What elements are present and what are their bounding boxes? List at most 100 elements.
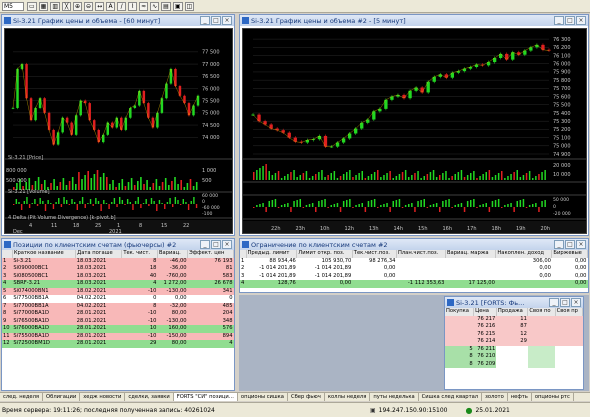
order-book-row[interactable]: 8 76 209	[445, 360, 583, 368]
workspace-tab[interactable]: золото	[482, 393, 508, 401]
order-book-cell	[555, 353, 583, 361]
order-book-row[interactable]: 76 215 12	[445, 330, 583, 338]
workspace-tab[interactable]: Сбер фьюч	[288, 393, 325, 401]
maximize-button[interactable]: □	[211, 240, 221, 249]
workspace-tab[interactable]: нефть	[508, 393, 532, 401]
positions-cell: 18	[149, 265, 157, 272]
table-row[interactable]: 4 128,76 0,00 -1 112 353,63 17 125,00 0,00	[240, 280, 588, 288]
workspace-tab[interactable]: опционы ртс	[532, 393, 574, 401]
delta-bar	[411, 203, 413, 207]
table-row[interactable]: 10 Si76000BA1D 28.01.2021 10 160,00 576	[2, 325, 234, 333]
volume-bar	[280, 178, 283, 180]
delta-bar	[28, 204, 31, 208]
chart-area-right[interactable]: 76 300 76 200 76 100 76 000 75 900 75 800 75 7…	[242, 28, 587, 234]
workspace-tab[interactable]: сделки, заявки	[125, 393, 174, 401]
table-row[interactable]: 9 Si76500BA1D 28.01.2021 -10 -130,00 348	[2, 317, 234, 325]
table-row[interactable]: 6 Si77500BB1A 04.02.2021 0 0,00 0	[2, 295, 234, 303]
maximize-button[interactable]: □	[565, 240, 575, 249]
delta-bar	[386, 203, 388, 207]
chart-area-left[interactable]: 77 500 77 000 76 500 76 000 75 500 75 000 74 5…	[4, 28, 233, 234]
window-titlebar[interactable]: Ограничение по клиентским счетам #2 _ □ ×	[240, 239, 588, 250]
toolbar-button-13-icon[interactable]: ▤	[161, 1, 171, 11]
minimize-button[interactable]: _	[200, 240, 210, 249]
table-row[interactable]: 4 SBRF-3.21 18.03.2021 4 1 272,00 26 678	[2, 280, 234, 288]
volume-bar	[377, 170, 379, 180]
workspace-tab[interactable]: Сишка след квартал	[419, 393, 483, 401]
chart-svg-right: 76 300 76 200 76 100 76 000 75 900 75 800 75 7…	[243, 29, 586, 233]
minimize-button[interactable]: _	[554, 16, 564, 25]
order-book-row[interactable]: 76 214 29	[445, 338, 583, 346]
toolbar-button-4-icon[interactable]: ╳	[62, 1, 72, 11]
window-titlebar[interactable]: Si-3.21 [FORTS: Фь… _ □ ×	[445, 297, 583, 308]
table-row[interactable]: 1 Si-3.21 18.03.2021 8 -46,00 76 193	[2, 257, 234, 265]
table-row[interactable]: 1 88 934,46 105 930,70 98 276,34 306,00 0,00	[240, 257, 588, 265]
order-book-row[interactable]: 76 217 11	[445, 315, 583, 323]
toolbar-button-15-icon[interactable]: ◫	[184, 1, 195, 11]
volume-bar	[525, 173, 528, 180]
window-titlebar[interactable]: Si-3.21 График цены и объема #2 - [5 мин…	[240, 15, 588, 26]
table-row[interactable]: 3 -1 014 201,89 -1 014 201,89 0,00 0,00 0,00	[240, 272, 588, 280]
toolbar-button-6-icon[interactable]: ⊖	[84, 1, 94, 11]
toolbar-button-1-icon[interactable]: ▭	[27, 1, 37, 11]
workspace-tab[interactable]: хедж новости	[80, 393, 126, 401]
volume-bar	[516, 170, 518, 180]
minimize-button[interactable]: _	[554, 240, 564, 249]
table-row[interactable]: 11 Si75500BA1D 28.01.2021 -10 -150,00 894	[2, 332, 234, 340]
maximize-button[interactable]: □	[560, 298, 570, 307]
table-row[interactable]: 3 Si080500BC1 18.03.2021 40 -760,00 583	[2, 272, 234, 280]
workspace-tab[interactable]: коллы неделя	[325, 393, 371, 401]
positions-cell: 11	[3, 332, 10, 339]
volume-bar	[426, 174, 429, 180]
close-button[interactable]: ×	[576, 240, 586, 249]
order-book-row[interactable]: 76 216 87	[445, 323, 583, 331]
table-row[interactable]: 7 Si77000BB1A 04.02.2021 8 -32,00 485	[2, 302, 234, 310]
table-row[interactable]: 8 Si77000BA1D 28.01.2021 -10 80,00 204	[2, 310, 234, 318]
delta-bar	[442, 201, 444, 207]
positions-cell: Si72500BM1D	[13, 340, 50, 347]
close-button[interactable]: ×	[222, 16, 232, 25]
close-button[interactable]: ×	[576, 16, 586, 25]
close-button[interactable]: ×	[222, 240, 232, 249]
workspace-tab[interactable]: Облигации	[43, 393, 81, 401]
x-tick-label: 14h	[394, 226, 404, 232]
price-tick-label: 74 000	[202, 135, 220, 141]
workspace-tab[interactable]: путы неделька	[370, 393, 419, 401]
workspace-tab[interactable]: FORTS "СИ" позици…	[173, 393, 238, 401]
order-book-row[interactable]: 5 76 211	[445, 345, 583, 353]
table-row[interactable]: 2 Si090000BC1 18.03.2021 18 -36,00 81	[2, 265, 234, 273]
toolbar-button-9-icon[interactable]: /	[117, 1, 127, 11]
maximize-button[interactable]: □	[211, 16, 221, 25]
positions-cell: 04.02.2021	[76, 295, 107, 302]
order-book-row[interactable]: 8 76 210	[445, 353, 583, 361]
delta-bar	[124, 204, 126, 205]
window-titlebar[interactable]: Позиции по клиентским счетам (фьючерсы) …	[2, 239, 234, 250]
toolbar-button-14-icon[interactable]: ▣	[172, 1, 183, 11]
delta-bar	[476, 207, 478, 208]
toolbar-button-10-icon[interactable]: ⌇	[128, 1, 138, 11]
window-titlebar[interactable]: Si-3.21 График цены и объема - [60 минут…	[2, 15, 234, 26]
volume-bar	[398, 174, 401, 180]
volume-bar	[330, 173, 332, 180]
table-row[interactable]: 12 Si72500BM1D 28.01.2021 29 80,00 4	[2, 340, 234, 348]
minimize-button[interactable]: _	[200, 16, 210, 25]
toolbar-button-3-icon[interactable]: ▥	[50, 1, 61, 11]
close-button[interactable]: ×	[571, 298, 581, 307]
minimize-button[interactable]: _	[549, 298, 559, 307]
positions-cell: 5	[3, 287, 7, 294]
workspace-tab[interactable]: опционы сишка	[238, 393, 288, 401]
toolbar-button-5-icon[interactable]: ⊕	[73, 1, 83, 11]
toolbar-button-7-icon[interactable]: ↔	[95, 1, 105, 11]
table-row[interactable]: 5 Si074000BN1 18.02.2021 -10 -130,00 341	[2, 287, 234, 295]
interval-select[interactable]: M5	[2, 1, 24, 11]
toolbar-button-8-icon[interactable]: A	[106, 1, 116, 11]
limits-column-header: Лимит откр. поз.	[296, 250, 353, 258]
table-row[interactable]: 2 -1 014 201,89 -1 014 201,89 0,00 0,00 0,00	[240, 265, 588, 273]
toolbar-button-2-icon[interactable]: ▦	[38, 1, 49, 11]
price-tick-label: 75 200	[553, 127, 571, 133]
workspace-tab[interactable]: след. неделя	[0, 393, 44, 401]
toolbar-button-11-icon[interactable]: ≈	[139, 1, 149, 11]
delta-bar	[126, 199, 129, 204]
positions-cell: 341	[222, 287, 233, 294]
toolbar-button-12-icon[interactable]: ∿	[150, 1, 160, 11]
maximize-button[interactable]: □	[565, 16, 575, 25]
